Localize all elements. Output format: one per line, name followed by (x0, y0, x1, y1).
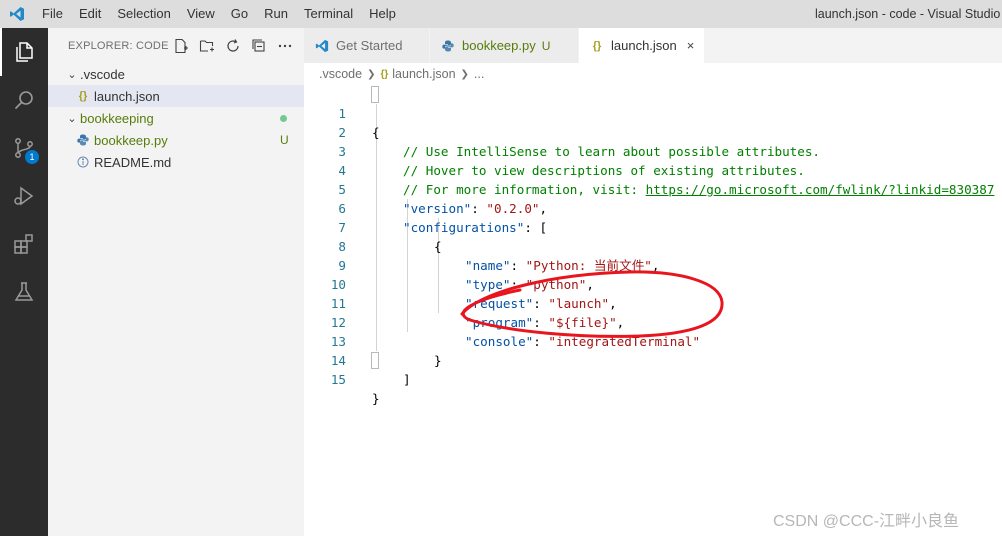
tab-launch-json[interactable]: {} launch.json × (579, 28, 705, 63)
json-file-icon: {} (78, 90, 88, 102)
breadcrumb: .vscode ❯ {} launch.json ❯ ... (304, 63, 1002, 85)
menu-help[interactable]: Help (361, 0, 404, 28)
menu-terminal[interactable]: Terminal (296, 0, 361, 28)
explorer-header: EXPLORER: CODE (48, 28, 304, 63)
source-control-icon[interactable]: 1 (0, 124, 48, 172)
untracked-badge: U (280, 133, 289, 147)
code-line: 15 } (304, 351, 1002, 406)
tree-item-label: README.md (94, 154, 172, 170)
tree-folder-vscode[interactable]: ⌄ .vscode (48, 63, 304, 85)
json-file-icon: {} (592, 39, 602, 52)
tree-item-label: .vscode (80, 66, 125, 82)
source-control-badge: 1 (25, 150, 39, 164)
code-line: 5 "version": "0.2.0", (304, 161, 1002, 216)
watermark-text: CSDN @CCC-江畔小良鱼 (773, 513, 960, 530)
explorer-sidebar: EXPLORER: CODE ⌄ .vscode {} launch.json … (48, 28, 304, 536)
collapse-all-icon[interactable] (246, 37, 272, 55)
json-file-icon: {} (380, 68, 389, 80)
vscode-logo-icon (0, 0, 34, 28)
untracked-badge: U (541, 38, 551, 53)
menu-file[interactable]: File (34, 0, 71, 28)
search-icon[interactable] (0, 76, 48, 124)
breadcrumb-more[interactable]: ... (474, 67, 484, 81)
editor-tab-bar: Get Started bookkeep.py U {} launch.json… (304, 28, 1002, 63)
tab-label: Get Started (336, 38, 403, 53)
info-icon (74, 156, 92, 168)
tree-item-label: launch.json (94, 88, 160, 104)
code-line: 7 { (304, 199, 1002, 254)
explorer-icon[interactable] (0, 28, 48, 76)
new-folder-icon[interactable] (194, 37, 220, 55)
tab-get-started[interactable]: Get Started (304, 28, 430, 63)
vscode-logo-icon (314, 39, 330, 53)
menu-bar: File Edit Selection View Go Run Terminal… (34, 0, 404, 28)
code-line: 9 "type": "python", (304, 237, 1002, 292)
chevron-right-icon: ❯ (367, 68, 376, 80)
code-text: } (372, 391, 380, 406)
breadcrumb-folder[interactable]: .vscode (319, 67, 362, 81)
refresh-icon[interactable] (220, 37, 246, 55)
more-actions-icon[interactable] (272, 37, 298, 55)
close-icon[interactable]: × (687, 38, 695, 53)
tree-file-readme[interactable]: README.md (48, 151, 304, 173)
title-bar: File Edit Selection View Go Run Terminal… (0, 0, 1002, 28)
line-number: 15 (330, 372, 346, 387)
tree-item-label: bookkeep.py (94, 132, 168, 148)
menu-edit[interactable]: Edit (71, 0, 109, 28)
code-line: 4 // For more information, visit: https:… (304, 142, 1002, 197)
modified-dot-icon (280, 115, 287, 122)
breadcrumb-file[interactable]: launch.json (392, 67, 455, 81)
testing-flask-icon[interactable] (0, 268, 48, 316)
red-annotation-circle (460, 270, 724, 338)
run-debug-icon[interactable] (0, 172, 48, 220)
code-text: ] (403, 372, 411, 387)
tab-label: bookkeep.py (462, 38, 536, 53)
menu-selection[interactable]: Selection (109, 0, 178, 28)
code-line: 1 { (304, 85, 1002, 140)
menu-view[interactable]: View (179, 0, 223, 28)
explorer-actions (168, 37, 298, 55)
window-title: launch.json - code - Visual Studio C (815, 7, 1002, 21)
tree-file-launch-json[interactable]: {} launch.json (48, 85, 304, 107)
menu-run[interactable]: Run (256, 0, 296, 28)
activity-bar: 1 (0, 28, 48, 536)
chevron-down-icon: ⌄ (67, 68, 77, 81)
extensions-icon[interactable] (0, 220, 48, 268)
python-file-icon (74, 134, 92, 146)
code-line: 6 "configurations": [ (304, 180, 1002, 235)
tree-file-bookkeep-py[interactable]: bookkeep.py U (48, 129, 304, 151)
chevron-right-icon: ❯ (460, 68, 469, 80)
code-line: 3 // Hover to view descriptions of exist… (304, 123, 1002, 178)
tab-label: launch.json (611, 38, 677, 53)
explorer-title: EXPLORER: CODE (68, 39, 169, 52)
python-file-icon (440, 40, 456, 52)
code-line: 8 "name": "Python: 当前文件", (304, 218, 1002, 273)
chevron-down-icon: ⌄ (67, 112, 77, 125)
menu-go[interactable]: Go (223, 0, 256, 28)
tab-bookkeep-py[interactable]: bookkeep.py U (430, 28, 579, 63)
code-line: 2 // Use IntelliSense to learn about pos… (304, 104, 1002, 159)
new-file-icon[interactable] (168, 37, 194, 55)
tree-folder-bookkeeping[interactable]: ⌄ bookkeeping (48, 107, 304, 129)
tree-item-label: bookkeeping (80, 110, 154, 126)
